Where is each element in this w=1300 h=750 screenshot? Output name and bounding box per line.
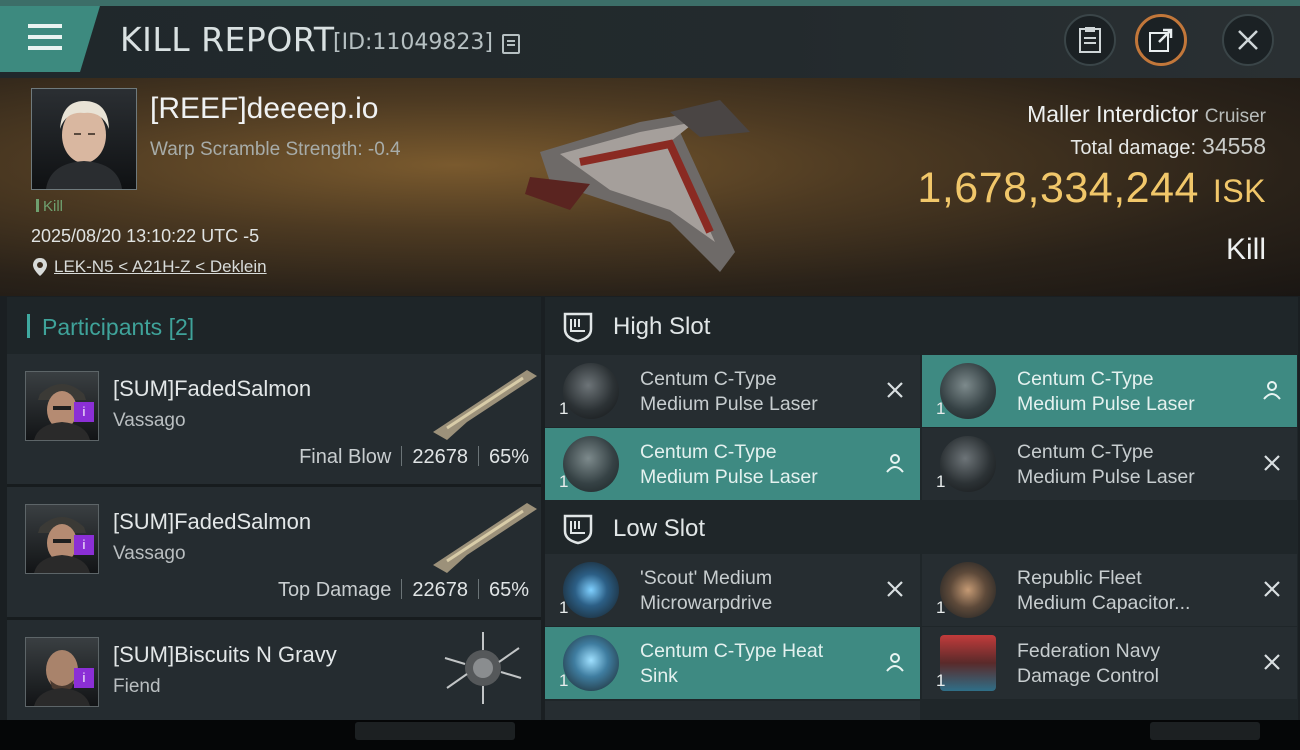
close-button[interactable] bbox=[1222, 14, 1274, 66]
close-icon bbox=[1238, 30, 1258, 50]
participant-ship: Vassago bbox=[113, 543, 186, 564]
victim-avatar[interactable] bbox=[31, 88, 137, 190]
module-name: Centum C-Type Medium Pulse Laser bbox=[640, 441, 818, 488]
location-pin-icon bbox=[33, 258, 47, 276]
module-name: Centum C-Type Medium Pulse Laser bbox=[640, 368, 818, 415]
victim-ship[interactable]: Maller Interdictor Cruiser bbox=[1027, 101, 1266, 128]
module-name: Centum C-Type Heat Sink bbox=[640, 640, 824, 687]
module-quantity: 1 bbox=[936, 598, 946, 617]
destroyed-icon bbox=[1264, 581, 1280, 597]
heat-sink-icon bbox=[563, 635, 619, 691]
participants-count: [2] bbox=[168, 314, 195, 340]
victim-ship-image[interactable] bbox=[520, 92, 760, 282]
participants-panel: Participants [2] i [SUM]FadedSalmon Vass… bbox=[7, 297, 541, 720]
module-name: Centum C-Type Medium Pulse Laser bbox=[1017, 368, 1195, 415]
destroyed-icon bbox=[887, 382, 903, 398]
share-button[interactable] bbox=[1135, 14, 1187, 66]
module-name: Centum C-Type Medium Pulse Laser bbox=[1017, 441, 1195, 488]
module-quantity: 1 bbox=[936, 472, 946, 491]
kill-result: Kill bbox=[1225, 233, 1266, 266]
participant-row[interactable]: i [SUM]Biscuits N Gravy Fiend bbox=[7, 620, 541, 720]
participant-row[interactable]: i [SUM]FadedSalmon Vassago Final Blow 226… bbox=[7, 354, 541, 487]
kill-location-link[interactable]: LEK-N5 < A21H-Z < Deklein bbox=[54, 257, 267, 277]
pulse-laser-icon bbox=[940, 363, 996, 419]
destroyed-icon bbox=[1264, 654, 1280, 670]
module-item[interactable]: 1 'Scout' Medium Microwarpdrive bbox=[545, 554, 920, 626]
module-name: Federation Navy Damage Control bbox=[1017, 640, 1161, 687]
report-id: [ID:11049823] bbox=[333, 30, 493, 55]
low-slot-icon bbox=[563, 514, 593, 545]
bottom-bar bbox=[0, 720, 1300, 750]
module-quantity: 1 bbox=[936, 399, 946, 418]
pulse-laser-icon bbox=[563, 363, 619, 419]
kill-datetime: 2025/08/20 13:10:22 UTC -5 bbox=[31, 226, 260, 246]
kill-tag: Kill bbox=[36, 198, 63, 215]
participant-stats: Final Blow 22678 65% bbox=[299, 446, 529, 468]
dropped-person-icon bbox=[1263, 381, 1281, 400]
corp-badge: i bbox=[74, 402, 94, 422]
participant-name[interactable]: [SUM]FadedSalmon bbox=[113, 509, 311, 535]
corp-badge: i bbox=[74, 668, 94, 688]
isk-value: 1,678,334,244 ISK bbox=[917, 164, 1266, 212]
module-name: 'Scout' Medium Microwarpdrive bbox=[640, 567, 773, 614]
module-item[interactable]: 1 Republic Fleet Medium Capacitor... bbox=[922, 554, 1297, 626]
participant-ship-image bbox=[433, 370, 537, 440]
module-item-partial bbox=[545, 701, 920, 720]
high-slot-icon bbox=[563, 312, 593, 343]
participant-ship: Fiend bbox=[113, 676, 161, 697]
ship-class: Cruiser bbox=[1204, 106, 1266, 127]
participant-stats: Top Damage 22678 65% bbox=[277, 579, 529, 601]
participant-row[interactable]: i [SUM]FadedSalmon Vassago Top Damage 226… bbox=[7, 487, 541, 620]
dropped-person-icon bbox=[886, 454, 904, 473]
menu-icon bbox=[28, 24, 62, 28]
total-damage-value: 34558 bbox=[1202, 133, 1266, 159]
clipboard-button[interactable] bbox=[1064, 14, 1116, 66]
participant-ship: Vassago bbox=[113, 410, 186, 431]
isk-unit: ISK bbox=[1212, 173, 1266, 209]
capacitor-icon bbox=[940, 562, 996, 618]
module-item[interactable]: 1 Centum C-Type Medium Pulse Laser bbox=[545, 428, 920, 500]
warp-scramble-strength: Warp Scramble Strength: -0.4 bbox=[150, 139, 401, 160]
corp-badge: i bbox=[74, 535, 94, 555]
pulse-laser-icon bbox=[940, 436, 996, 492]
microwarpdrive-icon bbox=[563, 562, 619, 618]
dropped-person-icon bbox=[886, 653, 904, 672]
participant-ship-image bbox=[433, 503, 537, 573]
page-title: KILL REPORT bbox=[120, 20, 335, 59]
module-quantity: 1 bbox=[936, 671, 946, 690]
participants-header: Participants [2] bbox=[7, 297, 541, 354]
low-slot-label: Low Slot bbox=[613, 515, 706, 542]
destroyed-icon bbox=[887, 581, 903, 597]
module-item[interactable]: 1 Federation Navy Damage Control bbox=[922, 627, 1297, 699]
clipboard-icon bbox=[1079, 27, 1101, 53]
kill-report-window: KILL REPORT [ID:11049823] [REEF]deeeep.i… bbox=[0, 0, 1300, 720]
share-icon bbox=[1149, 28, 1173, 52]
module-item[interactable]: 1 Centum C-Type Heat Sink bbox=[545, 627, 920, 699]
module-item[interactable]: 1 Centum C-Type Medium Pulse Laser bbox=[922, 428, 1297, 500]
module-item[interactable]: 1 Centum C-Type Medium Pulse Laser bbox=[922, 355, 1297, 427]
high-slot-header: High Slot bbox=[545, 297, 1298, 355]
participant-name[interactable]: [SUM]FadedSalmon bbox=[113, 376, 311, 402]
module-quantity: 1 bbox=[559, 671, 569, 690]
module-quantity: 1 bbox=[559, 598, 569, 617]
victim-name[interactable]: [REEF]deeeep.io bbox=[150, 92, 378, 126]
module-quantity: 1 bbox=[559, 472, 569, 491]
copy-id-icon[interactable] bbox=[502, 34, 520, 54]
high-slot-label: High Slot bbox=[613, 313, 711, 340]
low-slot-header: Low Slot bbox=[545, 499, 1298, 557]
menu-button[interactable] bbox=[0, 6, 100, 72]
total-damage: Total damage: 34558 bbox=[1070, 133, 1266, 159]
module-name: Republic Fleet Medium Capacitor... bbox=[1017, 567, 1191, 614]
fitting-panel: High Slot 1 Centum C-Type Medium Pulse La… bbox=[545, 297, 1298, 720]
participant-ship-image bbox=[444, 632, 522, 704]
destroyed-icon bbox=[1264, 455, 1280, 471]
title-bar: KILL REPORT [ID:11049823] bbox=[0, 0, 1300, 78]
pulse-laser-icon bbox=[563, 436, 619, 492]
damage-control-icon bbox=[940, 635, 996, 691]
module-item[interactable]: 1 Centum C-Type Medium Pulse Laser bbox=[545, 355, 920, 427]
participants-label: Participants bbox=[42, 314, 163, 340]
module-quantity: 1 bbox=[559, 399, 569, 418]
participant-name[interactable]: [SUM]Biscuits N Gravy bbox=[113, 642, 337, 668]
